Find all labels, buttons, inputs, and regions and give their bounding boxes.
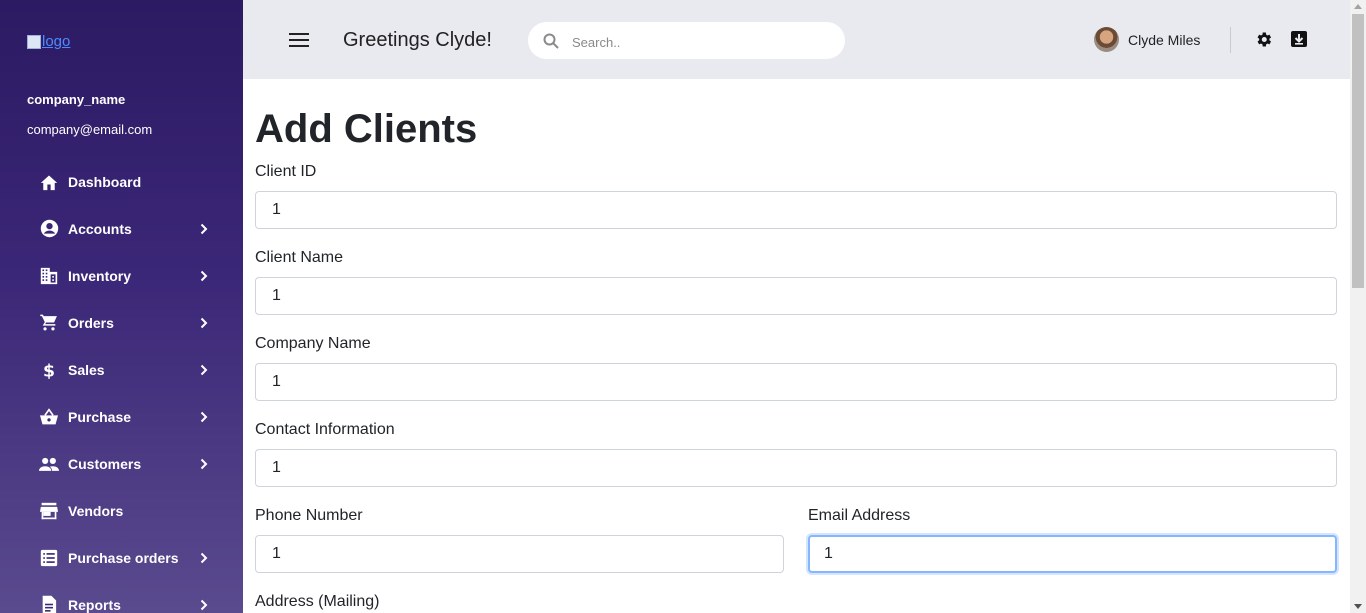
page-scrollbar[interactable] — [1350, 0, 1366, 613]
download-icon[interactable] — [1290, 30, 1308, 48]
main-content: Add Clients Client ID Client Name Compan… — [243, 79, 1350, 613]
sidebar-item-vendors[interactable]: Vendors — [0, 487, 243, 534]
broken-image-icon — [27, 34, 41, 49]
cart-icon — [39, 313, 59, 333]
email-address-label: Email Address — [808, 507, 911, 524]
client-id-field[interactable] — [255, 191, 1337, 229]
sidebar-item-customers[interactable]: Customers — [0, 440, 243, 487]
gear-icon[interactable] — [1254, 30, 1273, 49]
contact-information-field[interactable] — [255, 449, 1337, 487]
menu-icon[interactable] — [289, 31, 309, 49]
chevron-right-icon — [198, 317, 210, 329]
sidebar-item-label: Purchase orders — [68, 549, 179, 566]
sidebar-item-label: Accounts — [68, 220, 132, 237]
scroll-up-arrow-icon[interactable] — [1354, 4, 1362, 9]
sidebar-item-purchase[interactable]: Purchase — [0, 393, 243, 440]
basket-icon — [39, 407, 59, 427]
sidebar-item-accounts[interactable]: Accounts — [0, 205, 243, 252]
search-icon — [543, 33, 559, 49]
user-name[interactable]: Clyde Miles — [1128, 32, 1200, 48]
page-title: Add Clients — [255, 107, 478, 151]
sidebar-nav: Dashboard Accounts Inventory Orders $ Sa… — [0, 158, 243, 613]
dollar-icon: $ — [39, 360, 59, 380]
header-divider — [1230, 27, 1231, 53]
avatar[interactable] — [1094, 27, 1119, 52]
store-icon — [39, 501, 59, 521]
top-header: Greetings Clyde! Clyde Miles — [243, 0, 1350, 79]
report-icon — [39, 595, 59, 613]
chevron-right-icon — [198, 458, 210, 470]
sidebar-item-purchase-orders[interactable]: Purchase orders — [0, 534, 243, 581]
contact-information-label: Contact Information — [255, 421, 395, 438]
search-input[interactable] — [570, 31, 834, 53]
sidebar-item-label: Sales — [68, 361, 105, 378]
chevron-right-icon — [198, 364, 210, 376]
sidebar-item-reports[interactable]: Reports — [0, 581, 243, 613]
client-id-label: Client ID — [255, 163, 317, 180]
sidebar-item-label: Vendors — [68, 502, 124, 519]
search-box — [528, 22, 845, 59]
chevron-right-icon — [198, 599, 210, 611]
sidebar-item-orders[interactable]: Orders — [0, 299, 243, 346]
sidebar-item-label: Reports — [68, 596, 121, 613]
list-icon — [39, 548, 59, 568]
sidebar-item-label: Dashboard — [68, 173, 142, 190]
company-name-label: Company Name — [255, 335, 371, 352]
company-name: company_name — [27, 92, 126, 107]
sidebar-item-label: Orders — [68, 314, 114, 331]
home-icon — [39, 172, 59, 192]
phone-number-label: Phone Number — [255, 507, 363, 524]
sidebar-item-label: Customers — [68, 455, 142, 472]
client-name-label: Client Name — [255, 249, 344, 266]
building-icon — [39, 266, 59, 286]
scrollbar-thumb[interactable] — [1352, 14, 1364, 288]
email-address-field[interactable] — [808, 535, 1337, 573]
logo-link[interactable]: logo — [27, 33, 70, 50]
sidebar-item-inventory[interactable]: Inventory — [0, 252, 243, 299]
phone-number-field[interactable] — [255, 535, 784, 573]
chevron-right-icon — [198, 270, 210, 282]
sidebar-item-dashboard[interactable]: Dashboard — [0, 158, 243, 205]
greeting-text: Greetings Clyde! — [343, 29, 492, 51]
address-mailing-label: Address (Mailing) — [255, 593, 380, 610]
company-email: company@email.com — [27, 122, 153, 137]
chevron-right-icon — [198, 411, 210, 423]
account-circle-icon — [39, 219, 59, 239]
chevron-right-icon — [198, 223, 210, 235]
scroll-down-arrow-icon[interactable] — [1354, 604, 1362, 609]
sidebar-item-label: Purchase — [68, 408, 132, 425]
sidebar-item-label: Inventory — [68, 267, 132, 284]
people-icon — [39, 454, 59, 474]
sidebar: logo company_name company@email.com Dash… — [0, 0, 243, 613]
svg-text:$: $ — [43, 361, 55, 380]
client-name-field[interactable] — [255, 277, 1337, 315]
chevron-right-icon — [198, 552, 210, 564]
sidebar-item-sales[interactable]: $ Sales — [0, 346, 243, 393]
company-name-field[interactable] — [255, 363, 1337, 401]
logo-alt-text: logo — [42, 33, 71, 50]
